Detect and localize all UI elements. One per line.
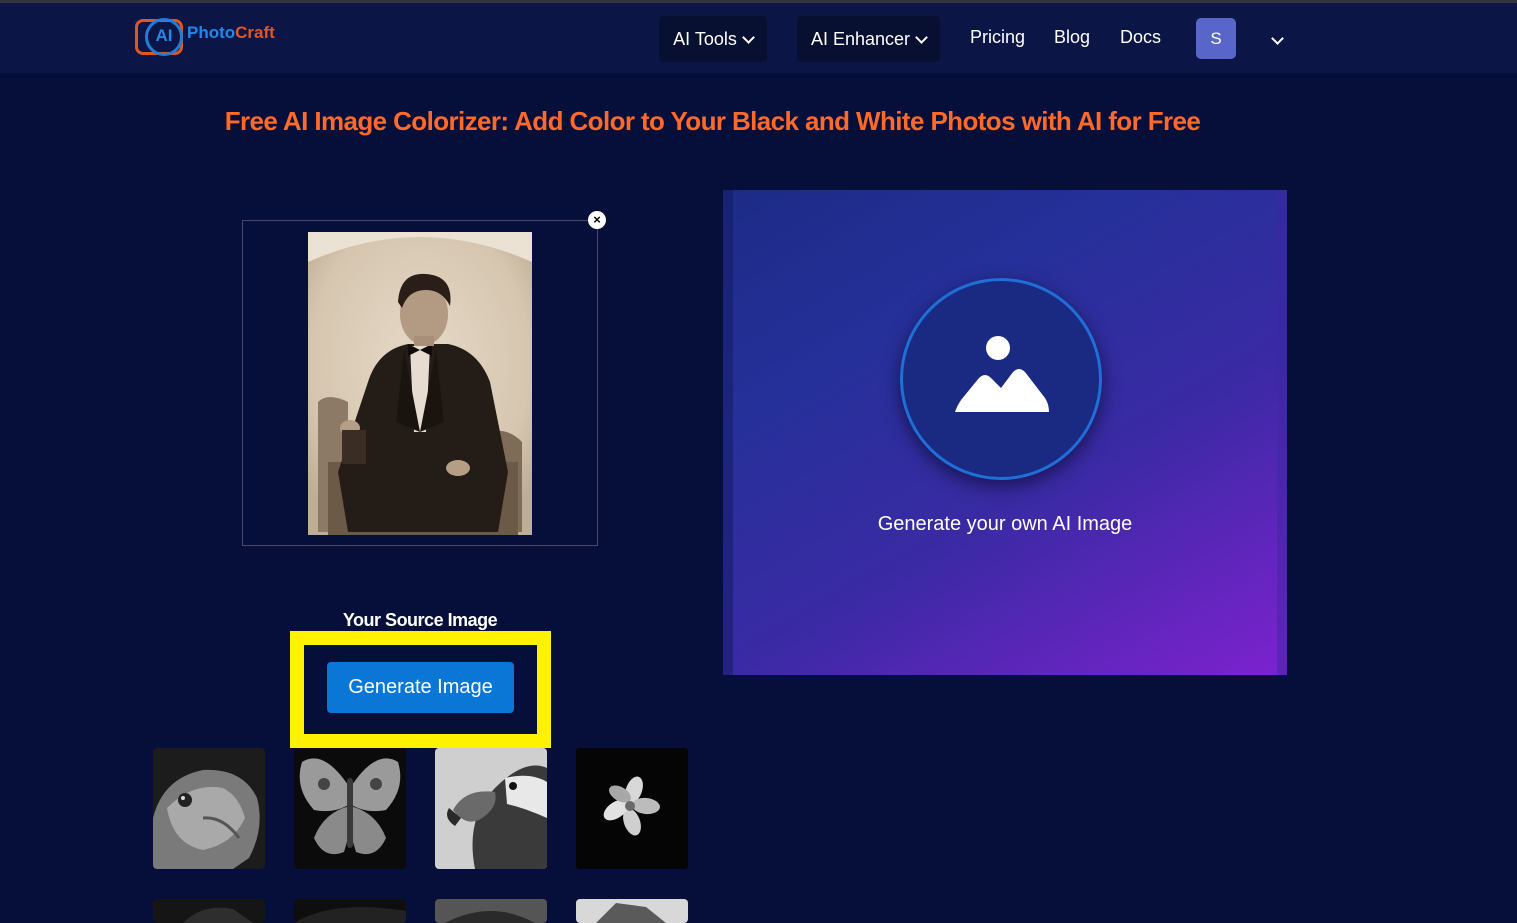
- nav-docs-link[interactable]: Docs: [1120, 27, 1161, 48]
- sample-thumbnail-butterfly[interactable]: [294, 748, 406, 869]
- chevron-down-icon: [916, 34, 926, 44]
- sample-thumbnail-iguana[interactable]: [153, 748, 265, 869]
- source-image-preview: [242, 220, 598, 546]
- result-placeholder-text: Generate your own AI Image: [877, 513, 1133, 535]
- chevron-down-icon: [743, 34, 753, 44]
- sample-thumbnail-7[interactable]: [435, 899, 547, 923]
- sample-thumbnail-6[interactable]: [294, 899, 406, 923]
- image-placeholder-icon: [955, 336, 1049, 412]
- user-avatar[interactable]: S: [1196, 18, 1236, 59]
- nav-blog-link[interactable]: Blog: [1054, 27, 1090, 48]
- sample-thumbnail-5[interactable]: [153, 899, 265, 923]
- image-placeholder-circle: [900, 278, 1102, 480]
- nav-pricing-link[interactable]: Pricing: [970, 27, 1025, 48]
- user-menu-chevron-down-icon[interactable]: [1272, 35, 1282, 45]
- nav-ai-tools-dropdown[interactable]: AI Tools: [659, 16, 767, 62]
- generated-image-panel: Generate your own AI Image: [723, 190, 1287, 675]
- generate-image-button[interactable]: Generate Image: [327, 662, 514, 713]
- nav-ai-tools-label: AI Tools: [673, 28, 737, 49]
- sample-thumbnail-eagle[interactable]: [435, 748, 547, 869]
- source-photo: [308, 232, 532, 535]
- remove-image-close-icon[interactable]: ×: [588, 211, 606, 229]
- source-image-label: Your Source Image: [342, 610, 498, 630]
- eagle-image: [435, 748, 547, 869]
- flower-image: [576, 748, 688, 869]
- sample-thumbnail-8[interactable]: [576, 899, 688, 923]
- nav-ai-enhancer-label: AI Enhancer: [810, 28, 911, 49]
- butterfly-image: [294, 748, 406, 869]
- camera-logo-icon: AI: [133, 14, 185, 58]
- brand-name: PhotoCraft: [187, 23, 275, 42]
- brand-logo[interactable]: AI PhotoCraft: [133, 11, 293, 61]
- nav-ai-enhancer-dropdown[interactable]: AI Enhancer: [797, 16, 940, 62]
- logo-badge: AI: [155, 26, 173, 45]
- navbar: AI PhotoCraft AI Tools AI Enhancer Prici…: [0, 3, 1517, 73]
- page-title: Free AI Image Colorizer: Add Color to Yo…: [224, 106, 1201, 136]
- sample-thumbnail-flower[interactable]: [576, 748, 688, 869]
- iguana-image: [153, 748, 265, 869]
